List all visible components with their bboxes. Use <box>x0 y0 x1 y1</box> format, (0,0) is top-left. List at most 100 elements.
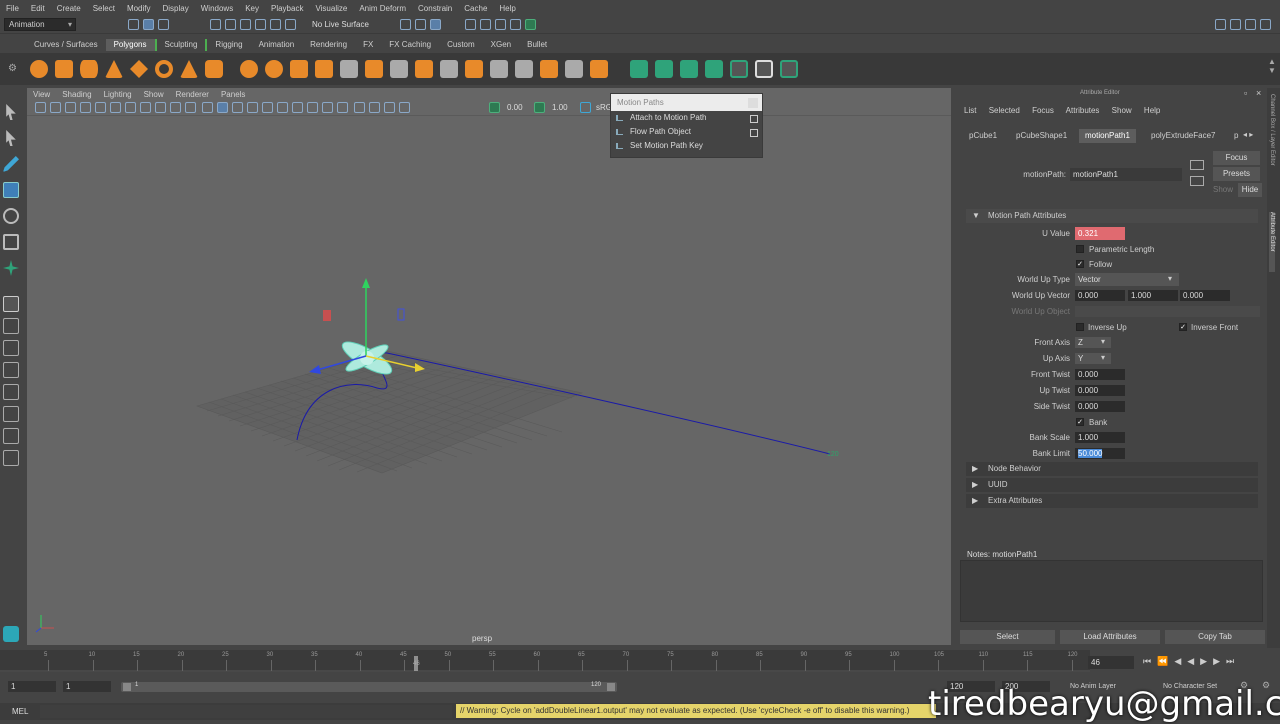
section-extra-attributes[interactable]: ▶ Extra Attributes <box>966 494 1258 508</box>
inverse-front-checkbox[interactable]: ✓ <box>1179 323 1187 331</box>
menu-playback[interactable]: Playback <box>265 4 309 13</box>
shelf-tab-rendering[interactable]: Rendering <box>302 39 355 51</box>
scale-tool-icon[interactable] <box>3 234 19 250</box>
shelf-tab-fx-caching[interactable]: FX Caching <box>381 39 439 51</box>
vp-menu-view[interactable]: View <box>33 90 50 99</box>
float-icon[interactable]: ▫ <box>1244 88 1247 98</box>
poly-torus-icon[interactable] <box>155 60 173 78</box>
up-axis-dropdown[interactable]: Y <box>1075 353 1111 364</box>
motion-paths-menu-title[interactable]: Motion Paths <box>611 94 762 111</box>
ae-menu-show[interactable]: Show <box>1112 106 1132 115</box>
vp-menu-renderer[interactable]: Renderer <box>176 90 209 99</box>
start-time-field[interactable]: 1 <box>8 681 56 692</box>
uv-f-icon[interactable] <box>755 60 773 78</box>
uv-d-icon[interactable] <box>705 60 723 78</box>
film-gate-icon[interactable] <box>110 102 121 113</box>
live-surface-label[interactable]: No Live Surface <box>312 20 369 29</box>
insert-edge-icon[interactable] <box>515 60 533 78</box>
bookmark-icon[interactable] <box>65 102 76 113</box>
safe-title-icon[interactable] <box>185 102 196 113</box>
tab-pcubeshape1[interactable]: pCubeShape1 <box>1010 129 1073 143</box>
toggle-b-icon[interactable] <box>525 19 536 30</box>
poly-cube-icon[interactable] <box>55 60 73 78</box>
focus-button[interactable]: Focus <box>1213 151 1260 165</box>
circularize-icon[interactable] <box>565 60 583 78</box>
tab-polyextrudeface7[interactable]: polyExtrudeFace7 <box>1145 129 1221 143</box>
gizmo-blue-handle[interactable] <box>397 308 405 321</box>
shelf-tab-polygons[interactable]: Polygons <box>105 39 155 51</box>
range-handle-end[interactable] <box>607 683 615 691</box>
bridge-icon[interactable] <box>340 60 358 78</box>
menu-key[interactable]: Key <box>239 4 265 13</box>
mirror-icon[interactable] <box>590 60 608 78</box>
load-attributes-button[interactable]: Load Attributes <box>1060 630 1160 644</box>
layout-two-icon[interactable] <box>3 340 19 356</box>
isolate-icon[interactable] <box>354 102 366 113</box>
menu-select[interactable]: Select <box>87 4 121 13</box>
show-button[interactable]: Show <box>1213 185 1233 194</box>
presets-button[interactable]: Presets <box>1213 167 1260 181</box>
select-object-icon[interactable] <box>143 19 154 30</box>
play-back-icon[interactable]: ◀ <box>1187 656 1200 666</box>
uv-c-icon[interactable] <box>680 60 698 78</box>
presets-node-icon[interactable] <box>1190 176 1204 186</box>
workspace-d-icon[interactable] <box>1260 19 1271 30</box>
step-back-icon[interactable]: ⏪ <box>1157 656 1174 666</box>
gizmo-red-handle[interactable] <box>323 310 331 321</box>
time-slider[interactable]: 5 10 15 20 25 30 35 40 45 50 55 60 65 70 75 80 85 90 95 100… <box>0 650 1090 672</box>
append-icon[interactable] <box>415 60 433 78</box>
smooth-icon[interactable] <box>290 60 308 78</box>
shelf-scroll-icon[interactable]: ▲ ▼ <box>1268 57 1276 75</box>
notes-textarea[interactable] <box>960 560 1263 622</box>
layout-hypershade-icon[interactable] <box>3 428 19 444</box>
default-material-icon[interactable] <box>232 102 244 113</box>
current-frame-field[interactable]: 46 <box>1088 656 1134 669</box>
menu-display[interactable]: Display <box>157 4 195 13</box>
ae-menu-help[interactable]: Help <box>1144 106 1160 115</box>
tab-motionpath1[interactable]: motionPath1 <box>1079 129 1136 143</box>
shelf-tab-xgen[interactable]: XGen <box>483 39 519 51</box>
menu-anim-deform[interactable]: Anim Deform <box>353 4 412 13</box>
smooth-shade-icon[interactable] <box>217 102 229 113</box>
lights-icon[interactable] <box>277 102 289 113</box>
uv-e-icon[interactable] <box>730 60 748 78</box>
camera-attr-icon[interactable] <box>50 102 61 113</box>
snap-curve-icon[interactable] <box>225 19 236 30</box>
snap-magnet-icon[interactable] <box>285 19 296 30</box>
layout-four-icon[interactable] <box>3 318 19 334</box>
extrude-icon[interactable] <box>365 60 383 78</box>
attribute-editor-tab[interactable]: Attribute Editor <box>1269 212 1275 272</box>
step-back-key-icon[interactable]: ◀ <box>1174 656 1187 666</box>
side-twist-field[interactable]: 0.000 <box>1075 401 1125 412</box>
menu-visualize[interactable]: Visualize <box>309 4 353 13</box>
shelf-tab-sculpting[interactable]: Sculpting <box>154 39 206 51</box>
layout-outliner-icon[interactable] <box>3 384 19 400</box>
world-up-type-dropdown[interactable]: Vector <box>1075 273 1179 286</box>
snap-view-icon[interactable] <box>255 19 266 30</box>
play-forward-icon[interactable]: ▶ <box>1200 656 1213 666</box>
snap-surface-icon[interactable] <box>270 19 281 30</box>
extract-icon[interactable] <box>315 60 333 78</box>
world-up-vector-x[interactable]: 0.000 <box>1075 290 1125 301</box>
tear-off-icon[interactable] <box>748 98 758 108</box>
range-handle-start[interactable] <box>123 683 131 691</box>
aa-icon[interactable] <box>322 102 334 113</box>
poly-sphere-icon[interactable] <box>30 60 48 78</box>
image-plane-icon[interactable] <box>80 102 91 113</box>
shelf-tab-curves[interactable]: Curves / Surfaces <box>26 39 106 51</box>
menu-modify[interactable]: Modify <box>121 4 157 13</box>
select-component-icon[interactable] <box>158 19 169 30</box>
target-weld-icon[interactable] <box>465 60 483 78</box>
front-twist-field[interactable]: 0.000 <box>1075 369 1125 380</box>
poly-pipe-icon[interactable] <box>205 60 223 78</box>
select-tool-icon[interactable] <box>6 104 16 120</box>
gizmo-z-arrow[interactable] <box>309 365 321 374</box>
offset-edge-icon[interactable] <box>540 60 558 78</box>
paint-select-icon[interactable] <box>3 156 19 172</box>
color-manage-icon[interactable] <box>580 102 591 113</box>
ae-menu-list[interactable]: List <box>964 106 976 115</box>
layout-graph-icon[interactable] <box>3 406 19 422</box>
uv-a-icon[interactable] <box>630 60 648 78</box>
bank-limit-field[interactable]: 50.000 <box>1075 448 1125 459</box>
tab-scroll-icon[interactable]: ◂ ▸ <box>1243 130 1253 139</box>
